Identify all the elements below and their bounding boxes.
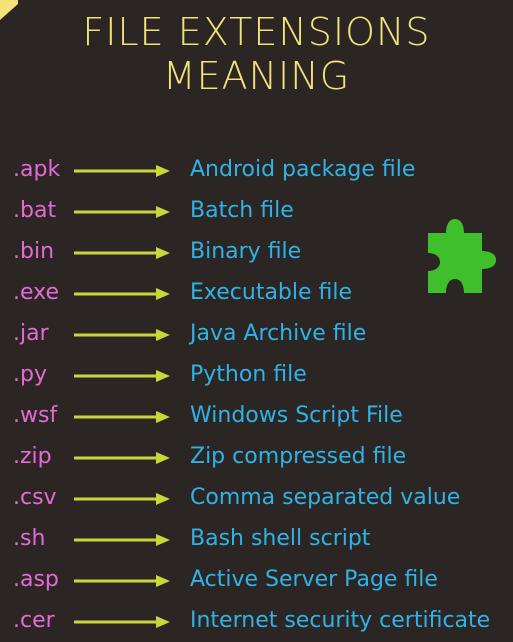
arrow-icon — [74, 452, 170, 464]
list-item: .py Python file — [0, 355, 513, 396]
meaning-label: Batch file — [190, 198, 294, 223]
meaning-label: Python file — [190, 362, 307, 387]
arrow-icon — [74, 288, 170, 300]
arrow-icon — [74, 370, 170, 382]
extension-label: .jar — [13, 321, 49, 346]
extension-label: .asp — [13, 567, 59, 592]
extension-label: .bat — [13, 198, 57, 223]
arrow-icon — [74, 165, 170, 177]
extension-label: .bin — [13, 239, 55, 264]
arrow-icon — [74, 616, 170, 628]
list-item: .zip Zip compressed file — [0, 437, 513, 478]
meaning-label: Zip compressed file — [190, 444, 407, 469]
meaning-label: Comma separated value — [190, 485, 461, 510]
arrow-icon — [74, 493, 170, 505]
extension-label: .sh — [13, 526, 46, 551]
page-title: FILE EXTENSIONS — [82, 10, 431, 54]
extension-label: .apk — [13, 157, 61, 182]
meaning-label: Java Archive file — [190, 321, 367, 346]
meaning-label: Android package file — [190, 157, 416, 182]
list-item: .apk Android package file — [0, 150, 513, 191]
arrow-icon — [74, 247, 170, 259]
meaning-label: Binary file — [190, 239, 302, 264]
list-item: .csv Comma separated value — [0, 478, 513, 519]
list-item: .cer Internet security certificate — [0, 601, 513, 642]
arrow-icon — [74, 411, 170, 423]
extension-label: .py — [13, 362, 47, 387]
list-item: .asp Active Server Page file — [0, 560, 513, 601]
meaning-label: Windows Script File — [190, 403, 403, 428]
meaning-label: Executable file — [190, 280, 353, 305]
arrow-icon — [74, 206, 170, 218]
list-item: .sh Bash shell script — [0, 519, 513, 560]
arrow-icon — [74, 534, 170, 546]
extension-label: .exe — [13, 280, 60, 305]
arrow-icon — [74, 329, 170, 341]
list-item: .wsf Windows Script File — [0, 396, 513, 437]
page-subtitle: MEANING — [162, 54, 351, 98]
meaning-label: Active Server Page file — [190, 567, 438, 592]
puzzle-piece-icon — [428, 219, 496, 293]
extension-label: .csv — [13, 485, 57, 510]
extension-label: .cer — [13, 608, 55, 633]
meaning-label: Internet security certificate — [190, 608, 491, 633]
arrow-icon — [74, 575, 170, 587]
meaning-label: Bash shell script — [190, 526, 371, 551]
extension-label: .wsf — [13, 403, 58, 428]
list-item: .jar Java Archive file — [0, 314, 513, 355]
extension-label: .zip — [13, 444, 52, 469]
